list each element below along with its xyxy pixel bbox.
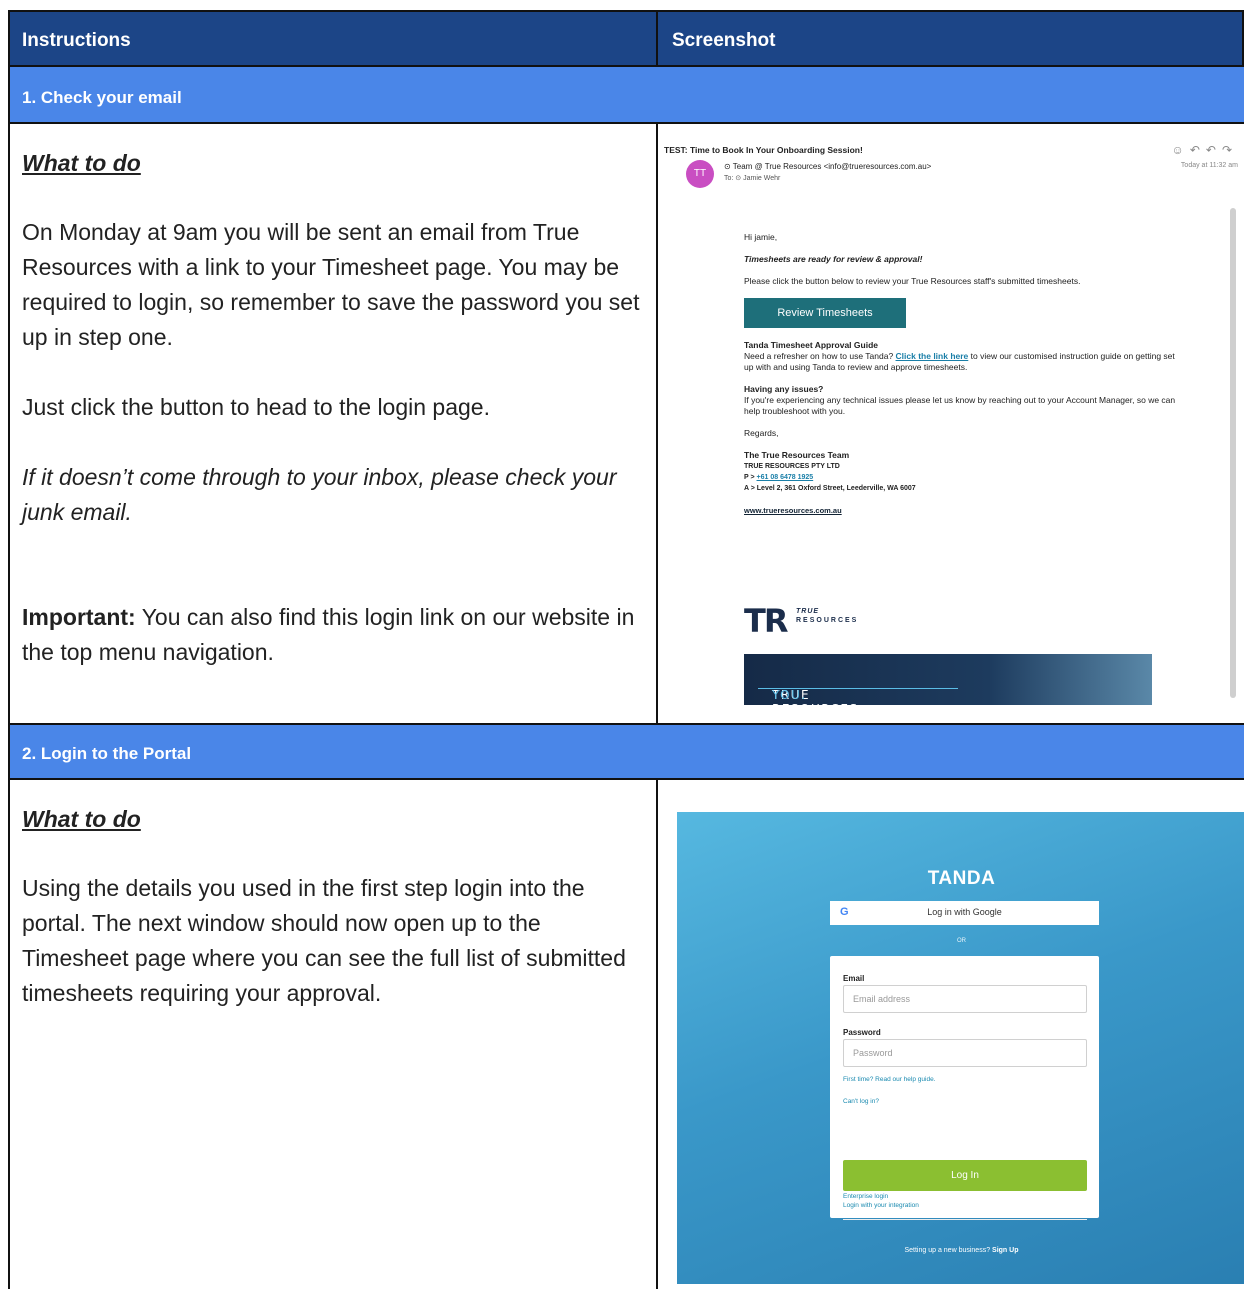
instruction-paragraph: Using the details you used in the first … — [22, 875, 626, 1006]
junk-note: If it doesn’t come through to your inbox… — [22, 464, 617, 525]
banner-underline — [758, 688, 958, 689]
header-divider — [656, 12, 658, 69]
email-field: Email address — [843, 985, 1087, 1013]
signature-company: TRUE RESOURCES PTY LTD — [744, 463, 840, 470]
logo-line-2: RESOURCES — [796, 617, 859, 624]
instruction-paragraph: On Monday at 9am you will be sent an ema… — [22, 219, 640, 350]
forward-icon: ↷ — [1221, 143, 1238, 157]
google-login-button: G Log in with Google — [830, 901, 1099, 925]
website-link: www.trueresources.com.au — [744, 506, 842, 515]
section-title-2: 2. Login to the Portal — [22, 744, 192, 763]
login-card: Email Email address Password Password Fi… — [830, 956, 1099, 1220]
cant-login-link: Can't log in? — [843, 1098, 879, 1105]
guide-block: Tanda Timesheet Approval Guide Need a re… — [744, 340, 1184, 373]
column-divider — [656, 780, 658, 1289]
email-headline: Timesheets are ready for review & approv… — [744, 254, 923, 264]
section-title-1: 1. Check your email — [22, 88, 182, 107]
help-guide-link: First time? Read our help guide. — [843, 1076, 936, 1083]
phone-link: +61 08 6478 1925 — [756, 474, 814, 481]
header-screenshot: Screenshot — [672, 30, 776, 51]
phone-label: P > — [744, 474, 757, 481]
tanda-login-screenshot: TANDA G Log in with Google OR Email Emai… — [677, 812, 1244, 1284]
email-body: Hi jamie, Timesheets are ready for revie… — [744, 232, 1184, 516]
email-subject: TEST: Time to Book In Your Onboarding Se… — [664, 145, 863, 155]
guide-title: Tanda Timesheet Approval Guide — [744, 340, 878, 350]
instructions-table: Instructions Screenshot 1. Check your em… — [8, 10, 1244, 1289]
scrollbar — [1230, 208, 1236, 698]
reply-icon: ↶ — [1189, 143, 1206, 157]
reply-all-icon: ↶ — [1205, 143, 1222, 157]
section-row-1: What to do On Monday at 9am you will be … — [8, 124, 1244, 730]
smiley-icon: ☺ — [1171, 143, 1190, 157]
what-to-do-heading: What to do — [22, 806, 141, 832]
instruction-text-2: What to do Using the details you used in… — [22, 802, 642, 1011]
what-to-do-heading: What to do — [22, 150, 141, 176]
email-intro: Please click the button below to review … — [744, 276, 1081, 286]
log-in-button: Log In — [843, 1160, 1087, 1191]
signature-address: A > Level 2, 361 Oxford Street, Leedervi… — [744, 485, 916, 492]
setup-text: Setting up a new business? — [904, 1247, 993, 1254]
true-resources-logo: TR TRUE RESOURCES — [744, 602, 856, 640]
separator — [843, 1219, 1087, 1220]
important-note: Important: You can also find this login … — [22, 600, 642, 670]
guide-text: Need a refresher on how to use Tanda? — [744, 351, 896, 361]
signup-prompt: Setting up a new business? Sign Up — [677, 1247, 1244, 1254]
section-heading-1: 1. Check your email — [8, 67, 1244, 124]
banner-you: YOU. — [772, 688, 807, 702]
email-label: Email — [843, 974, 865, 983]
header-instructions: Instructions — [22, 30, 131, 51]
signature-phone: P > +61 08 6478 1925 — [744, 472, 1184, 483]
email-banner: TRUE RESOURCES INVESTS IN YOU. — [744, 654, 1152, 730]
google-login-label: Log in with Google — [927, 907, 1002, 917]
guide-link: Click the link here — [895, 351, 969, 361]
email-regards: Regards, — [744, 428, 779, 438]
issues-block: Having any issues? If you're experiencin… — [744, 384, 1184, 417]
signature-team: The True Resources Team — [744, 450, 850, 460]
instruction-paragraph: Just click the button to head to the log… — [22, 394, 490, 420]
email-action-icons: ☺↶↶↷ — [1172, 143, 1238, 157]
password-label: Password — [843, 1028, 881, 1037]
integration-login-link: Login with your integration — [843, 1202, 919, 1209]
enterprise-login-link: Enterprise login — [843, 1193, 889, 1200]
email-screenshot: TEST: Time to Book In Your Onboarding Se… — [658, 124, 1244, 730]
section-row-2: What to do Using the details you used in… — [8, 780, 1244, 1289]
section-heading-2: 2. Login to the Portal — [8, 723, 1244, 780]
avatar: TT — [686, 160, 714, 188]
issues-title: Having any issues? — [744, 384, 824, 394]
review-timesheets-button: Review Timesheets — [744, 298, 906, 328]
email-to: To: ⊙ Jamie Wehr — [724, 175, 781, 182]
logo-mark: TR — [744, 602, 788, 640]
tanda-logo: TANDA — [927, 868, 996, 889]
or-divider: OR — [957, 938, 966, 944]
email-time: Today at 11:32 am — [1180, 162, 1238, 169]
password-field: Password — [843, 1039, 1087, 1067]
logo-line-1: TRUE — [796, 608, 820, 615]
sign-up-link: Sign Up — [992, 1247, 1019, 1254]
table-header: Instructions Screenshot — [8, 10, 1244, 69]
instruction-text-1: What to do On Monday at 9am you will be … — [22, 146, 642, 670]
email-from: ⊙ Team @ True Resources <info@trueresour… — [724, 162, 932, 171]
email-greeting: Hi jamie, — [744, 232, 778, 242]
issues-text: If you're experiencing any technical iss… — [744, 395, 1176, 416]
important-label: Important: — [22, 604, 136, 630]
